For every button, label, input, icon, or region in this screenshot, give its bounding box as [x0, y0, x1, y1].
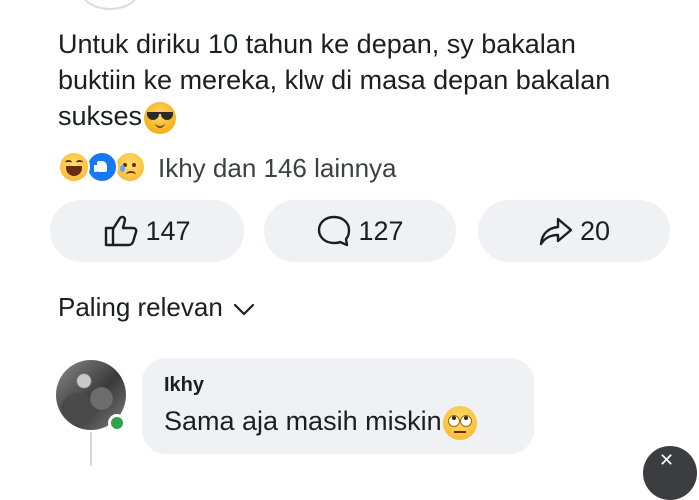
close-icon[interactable]: ✕: [643, 446, 697, 500]
rolling-eyes-emoji-icon: [442, 406, 477, 440]
comment-text: Sama aja masih miskin: [164, 406, 442, 437]
reaction-icons: [58, 151, 156, 185]
share-count: 20: [579, 215, 611, 246]
comment-count: 127: [358, 215, 404, 246]
thumbs-up-icon: [105, 215, 138, 247]
like-reaction-icon: [86, 151, 118, 183]
share-button[interactable]: 20: [478, 200, 670, 262]
share-arrow-icon: [539, 217, 573, 246]
post-body: Untuk diriku 10 tahun ke depan, sy bakal…: [58, 26, 658, 134]
reaction-summary-text[interactable]: Ikhy dan 146 lainnya: [158, 153, 397, 184]
sort-label: Paling relevan: [58, 292, 223, 322]
comment-bubble-icon: [318, 215, 351, 247]
chevron-down-icon: [233, 303, 254, 315]
comment-button[interactable]: 127: [264, 200, 456, 262]
post-action-bar: 147 127 20: [50, 200, 670, 262]
comment-bubble[interactable]: Ikhy Sama aja masih miskin: [142, 358, 534, 454]
like-button[interactable]: 147: [50, 200, 244, 262]
post-text: Untuk diriku 10 tahun ke depan, sy bakal…: [58, 29, 611, 131]
comment-body: Sama aja masih miskin: [164, 406, 477, 440]
haha-reaction-icon: [58, 151, 90, 183]
comment-thread-line: [90, 432, 92, 466]
previous-avatar-edge: [80, 0, 140, 10]
sunglasses-emoji-icon: [144, 101, 177, 134]
sad-reaction-icon: [114, 151, 146, 183]
online-status-dot: [108, 414, 126, 432]
comment-author-name[interactable]: Ikhy: [164, 374, 204, 397]
comment-sort-dropdown[interactable]: Paling relevan: [58, 292, 255, 323]
reactions-summary-row[interactable]: Ikhy dan 146 lainnya: [58, 150, 397, 186]
like-count: 147: [145, 215, 191, 246]
